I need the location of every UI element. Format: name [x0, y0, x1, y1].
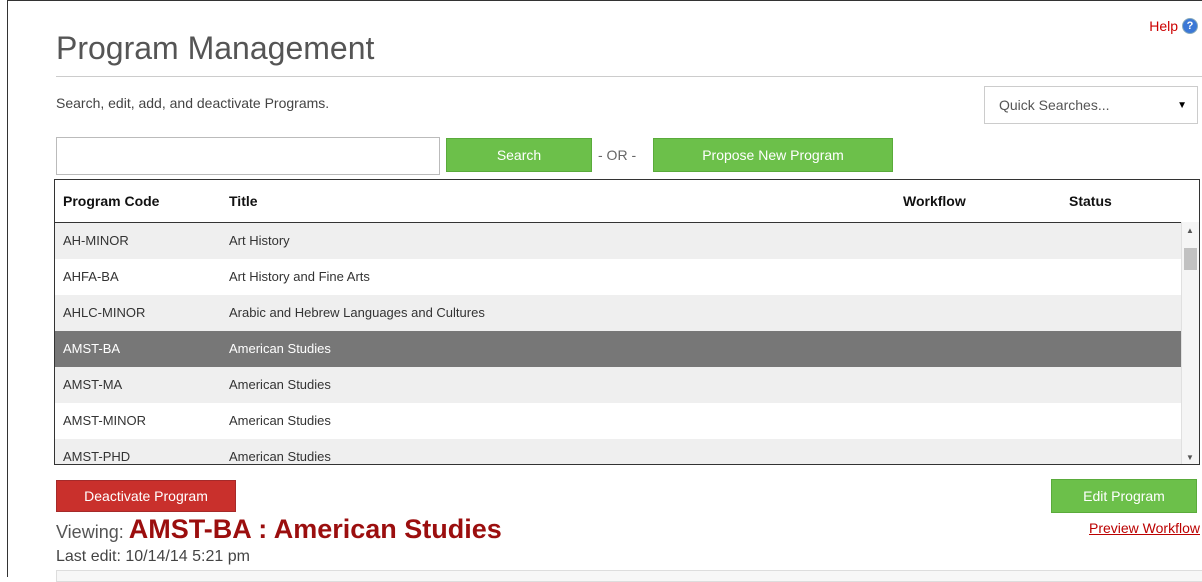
row-program-code: AHLC-MINOR — [63, 305, 146, 320]
or-separator: - OR - — [598, 147, 637, 163]
last-edit-text: Last edit: 10/14/14 5:21 pm — [56, 548, 250, 565]
row-title: American Studies — [229, 413, 331, 428]
table-row[interactable]: AHLC-MINOR Arabic and Hebrew Languages a… — [55, 295, 1199, 331]
row-program-code: AH-MINOR — [63, 233, 129, 248]
row-title: Art History and Fine Arts — [229, 269, 370, 284]
table-scrollbar[interactable]: ▲ ▼ — [1181, 222, 1199, 464]
page-title: Program Management — [56, 30, 375, 66]
scroll-down-arrow-icon[interactable]: ▼ — [1186, 453, 1194, 462]
column-header-workflow[interactable]: Workflow — [903, 193, 966, 209]
edit-program-button[interactable]: Edit Program — [1051, 479, 1197, 513]
table-row[interactable]: AH-MINOR Art History — [55, 223, 1199, 259]
row-program-code: AHFA-BA — [63, 269, 119, 284]
table-row[interactable]: AMST-PHD American Studies — [55, 439, 1199, 464]
deactivate-program-button[interactable]: Deactivate Program — [56, 480, 236, 512]
row-program-code: AMST-BA — [63, 341, 121, 356]
row-title: Arabic and Hebrew Languages and Cultures — [229, 305, 485, 320]
chevron-down-icon: ▼ — [1177, 99, 1187, 111]
details-panel — [56, 570, 1202, 582]
column-header-status[interactable]: Status — [1069, 193, 1112, 209]
search-input[interactable] — [56, 137, 440, 175]
row-title: American Studies — [229, 449, 331, 464]
column-header-title[interactable]: Title — [229, 193, 258, 209]
question-icon[interactable]: ? — [1182, 18, 1198, 34]
table-row[interactable]: AHFA-BA Art History and Fine Arts — [55, 259, 1199, 295]
row-program-code: AMST-PHD — [63, 449, 131, 464]
row-title: Art History — [229, 233, 290, 248]
help-label[interactable]: Help — [1149, 18, 1178, 34]
row-title: American Studies — [229, 341, 331, 356]
quick-searches-select[interactable]: Quick Searches... ▼ — [984, 86, 1198, 124]
table-row[interactable]: AMST-MA American Studies — [55, 367, 1199, 403]
page-subtitle: Search, edit, add, and deactivate Progra… — [56, 95, 330, 111]
table-row-selected[interactable]: AMST-BA American Studies — [55, 331, 1199, 367]
search-button[interactable]: Search — [446, 138, 592, 172]
scrollbar-thumb[interactable] — [1184, 248, 1197, 270]
row-program-code: AMST-MA — [63, 377, 123, 392]
help-link[interactable]: Help ? — [1149, 18, 1198, 34]
title-divider — [56, 76, 1202, 77]
quick-searches-value: Quick Searches... — [999, 97, 1110, 113]
table-body: AH-MINOR Art History AHFA-BA Art History… — [55, 223, 1199, 464]
table-row[interactable]: AMST-MINOR American Studies — [55, 403, 1199, 439]
preview-workflow-link[interactable]: Preview Workflow — [1089, 520, 1200, 536]
viewing-heading: Viewing: AMST-BA : American Studies — [56, 514, 502, 545]
row-program-code: AMST-MINOR — [63, 413, 147, 428]
viewing-label: Viewing: — [56, 522, 124, 542]
propose-new-program-button[interactable]: Propose New Program — [653, 138, 893, 172]
column-header-program-code[interactable]: Program Code — [63, 193, 159, 209]
row-title: American Studies — [229, 377, 331, 392]
scroll-up-arrow-icon[interactable]: ▲ — [1186, 226, 1194, 235]
viewing-program: AMST-BA : American Studies — [128, 514, 502, 544]
table-header: Program Code Title Workflow Status — [55, 180, 1199, 223]
programs-table: Program Code Title Workflow Status AH-MI… — [54, 179, 1200, 465]
